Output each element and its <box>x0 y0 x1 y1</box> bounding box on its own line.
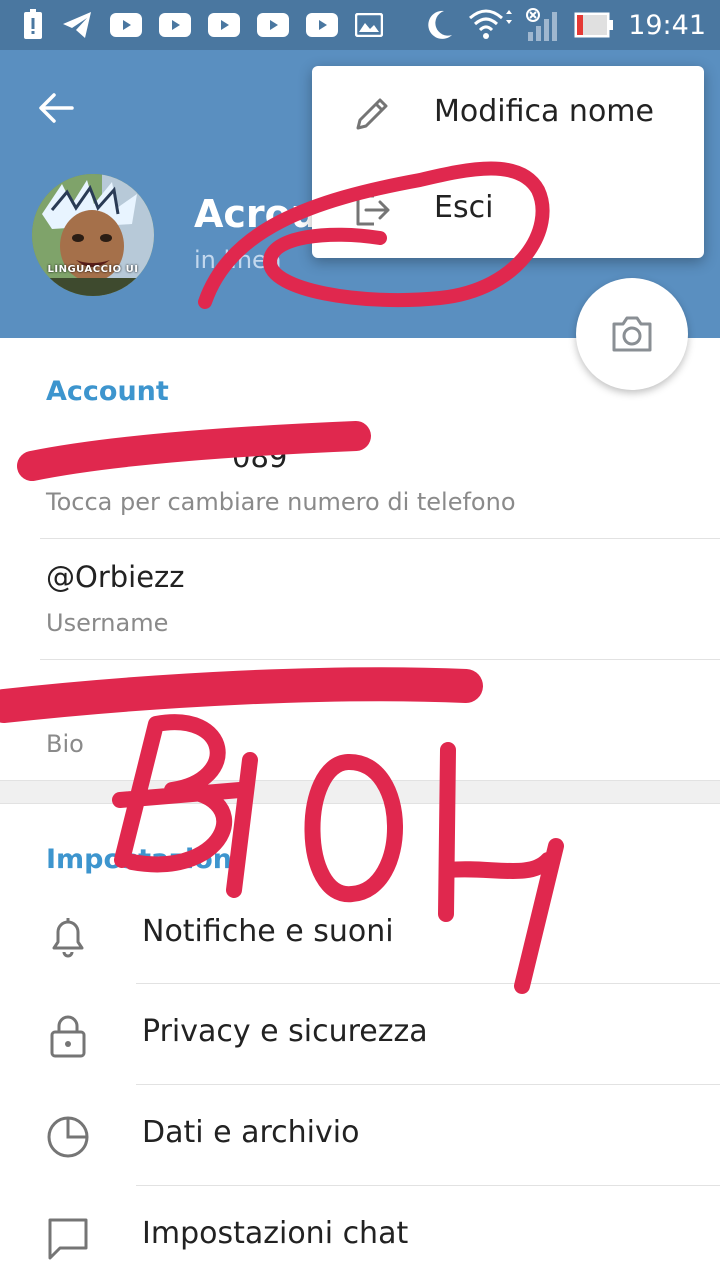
username-value: @Orbiezz <box>46 560 185 594</box>
setting-notifications[interactable]: Notifiche e suoni <box>0 884 720 984</box>
youtube-icon <box>110 13 142 37</box>
setting-privacy[interactable]: Privacy e sicurezza <box>0 984 720 1084</box>
menu-item-logout[interactable]: Esci <box>312 162 704 258</box>
back-arrow-icon[interactable] <box>34 86 78 130</box>
youtube-icon <box>306 13 338 37</box>
section-separator <box>0 780 720 804</box>
avatar-image <box>32 174 154 296</box>
moon-icon <box>428 10 453 39</box>
divider <box>40 659 720 660</box>
overflow-menu: Modifica nome Esci <box>312 66 704 258</box>
bio-hint: Bio <box>46 730 84 758</box>
setting-data-storage[interactable]: Dati e archivio <box>0 1085 720 1185</box>
phone-number: 089 <box>232 440 288 474</box>
account-section-title: Account <box>46 376 169 407</box>
notification-icons <box>22 0 383 50</box>
signal-icon <box>526 8 558 41</box>
setting-label: Privacy e sicurezza <box>142 1014 428 1049</box>
clock-pie-icon <box>47 1116 89 1158</box>
setting-label: Dati e archivio <box>142 1115 360 1150</box>
set-photo-button[interactable] <box>576 278 688 390</box>
phone-hint: Tocca per cambiare numero di telefono <box>46 488 516 516</box>
avatar[interactable]: LINGUACCIO UI <box>32 174 154 296</box>
lock-icon <box>50 1015 86 1058</box>
clock: 19:41 <box>628 9 706 41</box>
setting-chat[interactable]: Impostazioni chat <box>0 1186 720 1286</box>
username-hint: Username <box>46 609 169 637</box>
youtube-icon <box>159 13 191 37</box>
menu-item-label: Modifica nome <box>434 94 654 129</box>
battery-alert-icon <box>24 9 42 39</box>
youtube-icon <box>257 13 289 37</box>
setting-label: Impostazioni chat <box>142 1216 409 1251</box>
pencil-icon <box>356 98 388 130</box>
system-icons: 19:41 <box>424 0 706 50</box>
battery-icon <box>574 12 614 38</box>
menu-item-edit-name[interactable]: Modifica nome <box>312 66 704 162</box>
status-bar: 19:41 <box>0 0 720 50</box>
divider <box>40 538 720 539</box>
avatar-caption: LINGUACCIO UI <box>47 264 139 275</box>
profile-status: in linea <box>194 246 282 274</box>
profile-name: Acrou <box>194 192 318 236</box>
logout-icon <box>356 194 390 226</box>
setting-label: Notifiche e suoni <box>142 914 394 949</box>
youtube-icon <box>208 13 240 37</box>
redaction-stroke <box>17 421 371 481</box>
wifi-icon <box>469 9 513 39</box>
telegram-icon <box>63 12 91 38</box>
gallery-icon <box>355 13 383 37</box>
bell-icon <box>52 918 84 958</box>
camera-icon <box>612 316 652 352</box>
settings-section-title: Impostazioni <box>46 844 242 875</box>
menu-item-label: Esci <box>434 190 494 225</box>
chat-bubble-icon <box>48 1218 88 1260</box>
redaction-stroke <box>0 667 483 723</box>
